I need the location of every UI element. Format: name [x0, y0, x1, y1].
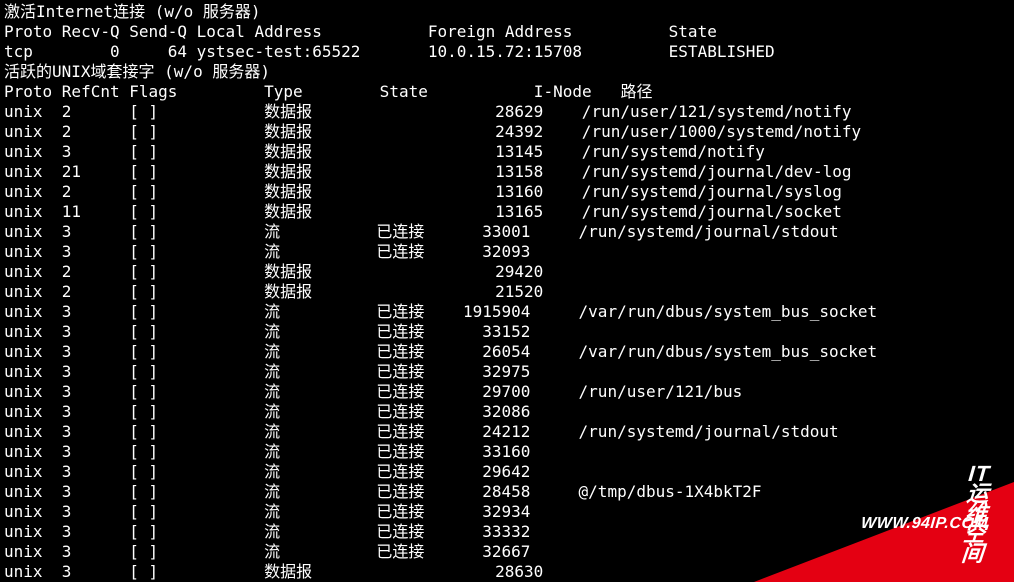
unix-row: unix 3 [ ] 流 已连接 32093: [4, 242, 1010, 262]
unix-row: unix 3 [ ] 流 已连接 33001 /run/systemd/jour…: [4, 222, 1010, 242]
terminal-output: 激活Internet连接 (w/o 服务器)Proto Recv-Q Send-…: [0, 0, 1014, 582]
unix-row: unix 3 [ ] 流 已连接 33332: [4, 522, 1010, 542]
unix-row: unix 3 [ ] 流 已连接 26054 /var/run/dbus/sys…: [4, 342, 1010, 362]
unix-row: unix 11 [ ] 数据报 13165 /run/systemd/journ…: [4, 202, 1010, 222]
inet-row: tcp 0 64 ystsec-test:65522 10.0.15.72:15…: [4, 42, 1010, 62]
unix-row: unix 3 [ ] 流 已连接 32934: [4, 502, 1010, 522]
unix-row: unix 2 [ ] 数据报 29420: [4, 262, 1010, 282]
unix-row: unix 2 [ ] 数据报 28629 /run/user/121/syste…: [4, 102, 1010, 122]
unix-row: unix 3 [ ] 流 已连接 33152: [4, 322, 1010, 342]
unix-row: unix 3 [ ] 数据报 13145 /run/systemd/notify: [4, 142, 1010, 162]
unix-row: unix 3 [ ] 流 已连接 24212 /run/systemd/jour…: [4, 422, 1010, 442]
unix-row: unix 2 [ ] 数据报 13160 /run/systemd/journa…: [4, 182, 1010, 202]
unix-title: 活跃的UNIX域套接字 (w/o 服务器): [4, 62, 1010, 82]
unix-row: unix 21 [ ] 数据报 13158 /run/systemd/journ…: [4, 162, 1010, 182]
unix-header: Proto RefCnt Flags Type State I-Node 路径: [4, 82, 1010, 102]
unix-row: unix 3 [ ] 流 已连接 32667: [4, 542, 1010, 562]
inet-header: Proto Recv-Q Send-Q Local Address Foreig…: [4, 22, 1010, 42]
unix-row: unix 3 [ ] 流 已连接 29700 /run/user/121/bus: [4, 382, 1010, 402]
unix-row: unix 3 [ ] 流 已连接 29642: [4, 462, 1010, 482]
unix-row: unix 3 [ ] 流 已连接 1915904 /var/run/dbus/s…: [4, 302, 1010, 322]
inet-title: 激活Internet连接 (w/o 服务器): [4, 2, 1010, 22]
unix-row: unix 3 [ ] 流 已连接 33160: [4, 442, 1010, 462]
unix-row: unix 3 [ ] 流 已连接 28458 @/tmp/dbus-1X4bkT…: [4, 482, 1010, 502]
unix-row: unix 2 [ ] 数据报 21520: [4, 282, 1010, 302]
unix-row: unix 3 [ ] 数据报 28630: [4, 562, 1010, 582]
unix-row: unix 3 [ ] 流 已连接 32975: [4, 362, 1010, 382]
unix-row: unix 2 [ ] 数据报 24392 /run/user/1000/syst…: [4, 122, 1010, 142]
unix-row: unix 3 [ ] 流 已连接 32086: [4, 402, 1010, 422]
